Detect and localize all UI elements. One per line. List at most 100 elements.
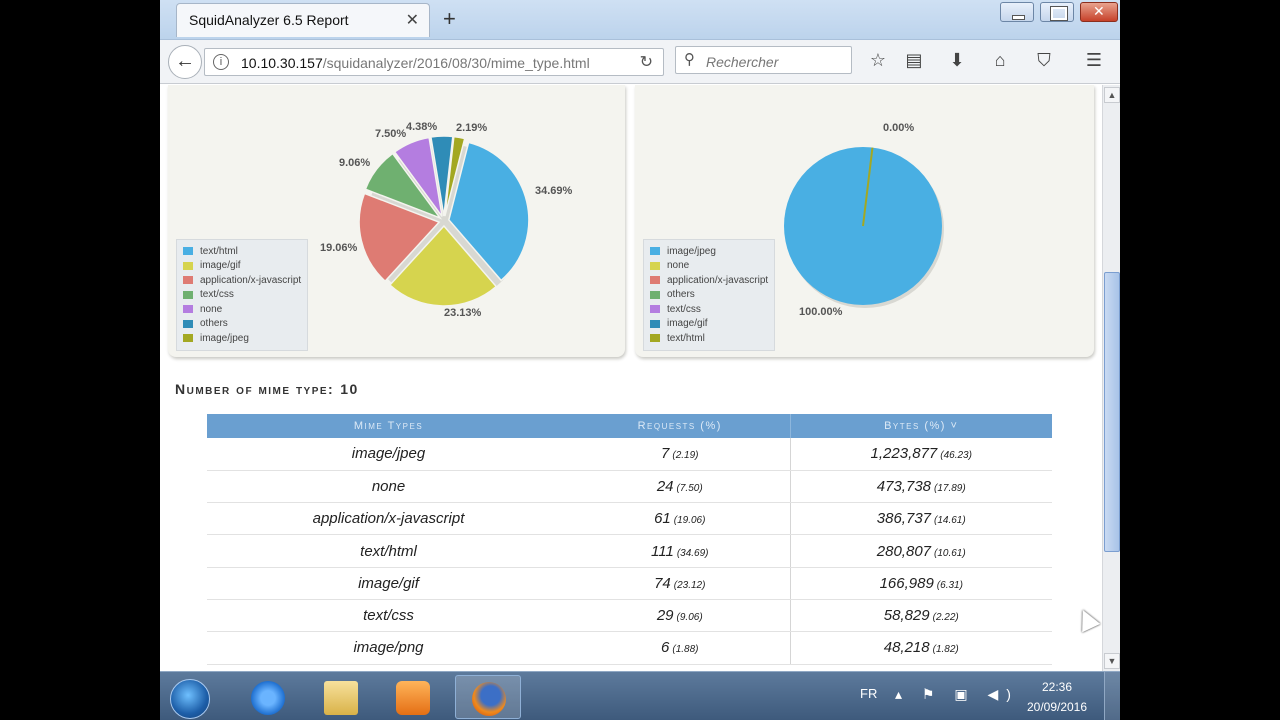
- legend-item: others: [183, 317, 301, 332]
- legend-item: text/css: [650, 302, 768, 317]
- bytes-cell: 473,738 (17.89): [790, 470, 1052, 504]
- table-row: image/jpeg 7 (2.19) 1,223,877 (46.23): [207, 438, 1052, 471]
- bookmark-star-icon[interactable]: ☆: [865, 50, 891, 71]
- legend-swatch: [650, 334, 660, 343]
- system-tray-icons[interactable]: ▴ ⚑ ▣ ◀): [895, 686, 1019, 703]
- bytes-cell: 386,737 (14.61): [790, 502, 1052, 536]
- legend-item: none: [183, 302, 301, 317]
- legend-label: text/css: [200, 289, 234, 301]
- table-row: text/css 29 (9.06) 58,829 (2.22): [207, 599, 1052, 633]
- home-icon[interactable]: ⌂: [987, 50, 1013, 71]
- legend-swatch: [183, 319, 193, 328]
- minimize-button[interactable]: [1000, 2, 1034, 22]
- legend-item: none: [650, 259, 768, 274]
- slice-label: 2.19%: [456, 122, 488, 134]
- requests-value: 61: [654, 510, 671, 528]
- scroll-thumb[interactable]: [1104, 272, 1120, 552]
- legend-item: application/x-javascript: [650, 273, 768, 288]
- url-bar[interactable]: i 10.10.30.157/squidanalyzer/2016/08/30/…: [204, 48, 664, 76]
- clock-time[interactable]: 22:36: [1012, 680, 1102, 694]
- bytes-legend: image/jpeg none application/x-javascript…: [643, 239, 776, 351]
- new-tab-icon[interactable]: +: [443, 6, 456, 32]
- bytes-value: 48,218: [883, 639, 930, 657]
- bytes-percent: (1.82): [932, 644, 959, 656]
- bytes-value: 166,989: [879, 574, 934, 592]
- url-host: 10.10.30.157: [241, 55, 323, 71]
- mime-type-cell: image/jpeg: [207, 438, 570, 471]
- legend-item: image/jpeg: [183, 331, 301, 346]
- folder-icon: [324, 681, 358, 715]
- taskbar-media-player[interactable]: [380, 675, 446, 719]
- requests-cell: 29 (9.06): [570, 599, 791, 633]
- url-text: 10.10.30.157/squidanalyzer/2016/08/30/mi…: [241, 55, 590, 71]
- requests-percent: (19.06): [673, 515, 706, 527]
- scroll-down-arrow-icon[interactable]: ▼: [1104, 653, 1120, 669]
- table-row: none 24 (7.50) 473,738 (17.89): [207, 470, 1052, 504]
- legend-item: image/gif: [650, 317, 768, 332]
- taskbar-file-explorer[interactable]: [308, 675, 374, 719]
- legend-item: image/jpeg: [650, 244, 768, 259]
- search-icon: ⚲: [684, 51, 695, 68]
- table-row: application/x-javascript 61 (19.06) 386,7…: [207, 502, 1052, 536]
- slice-label: 9.06%: [339, 157, 371, 169]
- bytes-pie-panel: 0.00% 100.00% image/jpeg none applicatio…: [635, 85, 1094, 357]
- legend-label: application/x-javascript: [200, 274, 302, 286]
- table-row: text/html 111 (34.69) 280,807 (10.61): [207, 534, 1052, 568]
- menu-icon[interactable]: ☰: [1081, 50, 1107, 71]
- pocket-icon[interactable]: ⛉: [1031, 50, 1057, 71]
- legend-label: others: [667, 289, 695, 301]
- reload-icon[interactable]: ↻: [640, 52, 653, 72]
- taskbar-firefox[interactable]: [455, 675, 521, 719]
- slice-label: 19.06%: [320, 242, 358, 254]
- start-button[interactable]: [160, 675, 226, 719]
- legend-swatch: [650, 261, 660, 270]
- header-mime-types[interactable]: Mime Types: [207, 414, 570, 438]
- legend-swatch: [183, 334, 193, 343]
- bytes-percent: (2.22): [932, 612, 959, 624]
- header-requests[interactable]: Requests (%): [570, 414, 791, 438]
- page-content: 34.69% 23.13% 19.06% 9.06% 7.50% 4.38% 2…: [160, 85, 1102, 671]
- info-icon[interactable]: i: [213, 54, 229, 70]
- downloads-icon[interactable]: ⬇: [944, 50, 970, 71]
- show-desktop-button[interactable]: [1104, 672, 1120, 720]
- legend-item: application/x-javascript: [183, 273, 301, 288]
- bytes-cell: 48,218 (1.82): [790, 631, 1052, 665]
- back-arrow-icon[interactable]: ←: [168, 45, 202, 79]
- bytes-value: 473,738: [876, 477, 932, 495]
- legend-label: others: [200, 318, 228, 330]
- url-path: /squidanalyzer/2016/08/30/mime_type.html: [322, 55, 590, 71]
- legend-swatch: [650, 305, 660, 314]
- close-window-button[interactable]: [1080, 2, 1118, 22]
- slice-label: 100.00%: [799, 306, 843, 318]
- maximize-button[interactable]: [1040, 2, 1074, 22]
- taskbar-internet-explorer[interactable]: [235, 675, 301, 719]
- bytes-cell: 58,829 (2.22): [790, 599, 1052, 633]
- clock-date[interactable]: 20/09/2016: [1012, 700, 1102, 714]
- vertical-scrollbar[interactable]: ▲ ▼: [1102, 85, 1120, 671]
- mouse-cursor-icon: [1073, 605, 1101, 633]
- legend-swatch: [183, 290, 193, 299]
- mime-type-cell: none: [207, 470, 570, 504]
- language-indicator[interactable]: FR: [860, 686, 877, 701]
- search-input[interactable]: ⚲ Rechercher: [675, 46, 852, 74]
- windows-taskbar: FR ▴ ⚑ ▣ ◀) 22:36 20/09/2016: [160, 671, 1120, 720]
- close-tab-icon[interactable]: ✕: [406, 10, 419, 30]
- bytes-value: 280,807: [876, 542, 932, 560]
- legend-label: image/gif: [667, 318, 708, 330]
- bookmarks-list-icon[interactable]: ▤: [901, 50, 927, 71]
- windows-logo-icon: [170, 679, 210, 719]
- legend-label: none: [200, 303, 223, 315]
- header-bytes[interactable]: Bytes (%) ˅: [790, 414, 1052, 438]
- mime-count-label: Number of mime type:: [175, 381, 335, 397]
- scroll-up-arrow-icon[interactable]: ▲: [1104, 87, 1120, 103]
- legend-swatch: [650, 290, 660, 299]
- legend-swatch: [650, 319, 660, 328]
- tab-squidanalyzer[interactable]: SquidAnalyzer 6.5 Report ✕: [176, 3, 430, 37]
- search-placeholder: Rechercher: [706, 54, 779, 70]
- table-row: image/png 6 (1.88) 48,218 (1.82): [207, 631, 1052, 665]
- legend-label: text/html: [200, 245, 238, 257]
- requests-legend: text/html image/gif application/x-javasc…: [176, 239, 309, 351]
- bytes-cell: 280,807 (10.61): [790, 534, 1052, 568]
- mime-count-value: 10: [340, 381, 359, 397]
- bytes-cell: 166,989 (6.31): [790, 567, 1052, 600]
